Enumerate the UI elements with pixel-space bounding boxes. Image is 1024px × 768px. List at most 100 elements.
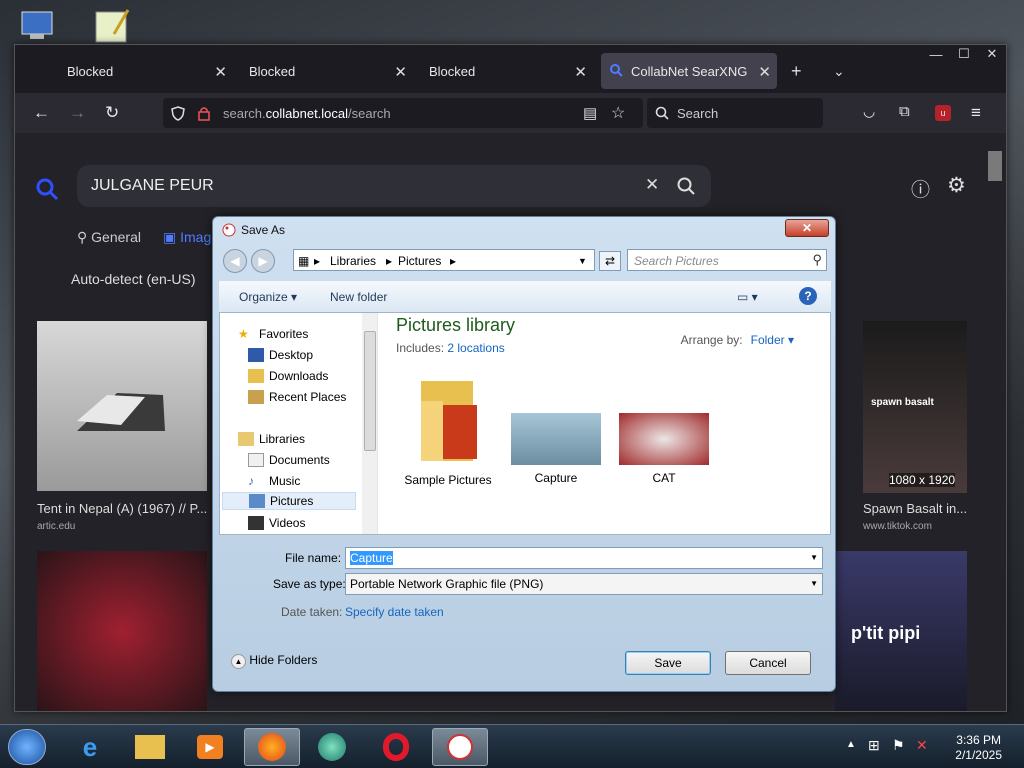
chevron-down-icon[interactable]: ▼ xyxy=(810,579,818,588)
nav-music[interactable]: ♪ Music xyxy=(248,472,300,490)
new-folder-button[interactable]: New folder xyxy=(330,290,387,304)
back-icon[interactable]: ◀ xyxy=(223,249,247,273)
result-caption[interactable]: Spawn Basalt in... xyxy=(863,501,967,516)
tab-general[interactable]: ⚲ General xyxy=(77,229,141,246)
tab-images[interactable]: ▣ Imag xyxy=(163,229,211,246)
help-icon[interactable]: ? xyxy=(799,287,817,305)
app-icon[interactable] xyxy=(304,728,360,766)
url-bar[interactable]: search.collabnet.local/search ▤ ☆ xyxy=(163,98,643,128)
search-icon[interactable] xyxy=(677,177,695,195)
nav-libraries[interactable]: Libraries xyxy=(238,430,305,448)
close-tab-icon[interactable]: ✕ xyxy=(758,63,771,81)
media-player-icon[interactable]: ▶ xyxy=(182,728,238,766)
network-icon[interactable]: ⊞ xyxy=(868,737,880,754)
save-button[interactable]: Save xyxy=(625,651,711,675)
nav-recent-places[interactable]: Recent Places xyxy=(248,388,346,406)
clear-icon[interactable]: ✕ xyxy=(645,175,659,195)
chevron-up-icon[interactable]: ▲ xyxy=(846,739,856,750)
close-button[interactable]: ✕ xyxy=(785,219,829,237)
close-tab-icon[interactable]: ✕ xyxy=(574,63,587,81)
page-scrollbar[interactable] xyxy=(984,133,1006,711)
notepad-icon[interactable] xyxy=(94,8,138,44)
shield-icon[interactable] xyxy=(171,106,185,121)
ie-icon[interactable]: e xyxy=(62,728,118,766)
arrange-by: Arrange by: Folder ▾ xyxy=(681,333,794,347)
tab-label: Blocked xyxy=(249,63,296,79)
extensions-icon[interactable]: ⧉ xyxy=(899,103,910,120)
reload-icon[interactable]: ↻ xyxy=(105,103,119,123)
browser-search-box[interactable]: Search xyxy=(647,98,823,128)
query-text: JULGANE PEUR xyxy=(91,177,214,194)
file-cat[interactable]: CAT xyxy=(616,413,712,485)
flag-icon[interactable]: ⚑ xyxy=(892,737,905,754)
nav-label: Documents xyxy=(269,453,330,467)
search-icon: ⚲ xyxy=(77,229,88,245)
chevron-down-icon[interactable]: ⌄ xyxy=(833,63,845,80)
back-icon[interactable]: ← xyxy=(33,103,50,123)
search-input[interactable]: Search Pictures ⚲ xyxy=(627,249,827,271)
nav-favorites[interactable]: ★ Favorites xyxy=(238,325,308,343)
firefox-icon[interactable] xyxy=(244,728,300,766)
forward-icon[interactable]: ▶ xyxy=(251,249,275,273)
new-tab-icon[interactable]: + xyxy=(791,61,802,82)
view-icon[interactable]: ▭ ▾ xyxy=(737,290,758,304)
nav-scrollbar[interactable] xyxy=(362,313,377,534)
result-image[interactable] xyxy=(37,321,207,491)
tab-label: Imag xyxy=(180,229,212,245)
organize-button[interactable]: Organize ▾ xyxy=(239,290,297,304)
scroll-thumb[interactable] xyxy=(988,151,1002,181)
menu-icon[interactable]: ≡ xyxy=(971,103,981,123)
query-input[interactable]: JULGANE PEUR ✕ xyxy=(77,165,711,207)
nav-bar: ← → ↻ search.collabnet.local/search ▤ ☆ … xyxy=(15,93,1006,133)
chevron-down-icon[interactable]: ▼ xyxy=(810,553,818,562)
gear-icon[interactable]: ⚙ xyxy=(947,173,966,198)
result-image[interactable] xyxy=(37,551,207,711)
tab-searxng[interactable]: CollabNet SearXNG ✕ xyxy=(601,53,777,89)
search-placeholder: Search xyxy=(677,106,719,121)
locations-link[interactable]: 2 locations xyxy=(447,341,504,355)
nav-pictures[interactable]: Pictures xyxy=(222,492,356,510)
computer-icon[interactable] xyxy=(18,8,62,44)
arrange-select[interactable]: Folder ▾ xyxy=(751,333,794,347)
nav-documents[interactable]: Documents xyxy=(248,451,330,469)
search-icon: ⚲ xyxy=(812,252,822,267)
nav-downloads[interactable]: Downloads xyxy=(248,367,328,385)
refresh-icon[interactable]: ⇄ xyxy=(599,251,621,271)
file-type-select[interactable]: Portable Network Graphic file (PNG) ▼ xyxy=(345,573,823,595)
lock-icon[interactable] xyxy=(197,106,211,121)
tab-blocked-3[interactable]: Blocked ✕ xyxy=(377,53,593,89)
folder-sample-pictures[interactable]: Sample Pictures xyxy=(400,371,496,487)
start-button[interactable] xyxy=(8,729,46,765)
info-icon[interactable]: ⓘ xyxy=(911,175,930,202)
hide-folders-button[interactable]: ▲ Hide Folders xyxy=(231,653,317,669)
type-label: Save as type: xyxy=(273,577,346,591)
address-bar[interactable]: ▦ ▸ Libraries ▸ Pictures ▸ ▼ xyxy=(293,249,595,271)
ublock-icon[interactable]: u xyxy=(935,105,951,121)
paint-icon[interactable] xyxy=(432,728,488,766)
nav-desktop[interactable]: Desktop xyxy=(248,346,313,364)
bookmark-star-icon[interactable]: ☆ xyxy=(611,103,625,123)
nav-videos[interactable]: Videos xyxy=(248,514,305,532)
breadcrumb-pictures[interactable]: Pictures xyxy=(398,254,441,268)
filename-input[interactable]: Capture ▼ xyxy=(345,547,823,569)
cancel-button[interactable]: Cancel xyxy=(725,651,811,675)
forward-icon[interactable]: → xyxy=(69,103,86,123)
result-image[interactable]: spawn basalt 1080 x 1920 xyxy=(863,321,967,493)
volume-muted-icon[interactable]: ✕ xyxy=(916,737,928,754)
scroll-thumb[interactable] xyxy=(364,331,376,451)
result-image[interactable]: p'tit pipi xyxy=(835,551,967,711)
date-taken-link[interactable]: Specify date taken xyxy=(345,605,444,619)
image-overlay-text: p'tit pipi xyxy=(851,623,921,643)
language-select[interactable]: Auto-detect (en-US) xyxy=(71,271,196,287)
pocket-icon[interactable]: ◡ xyxy=(863,103,875,120)
result-caption[interactable]: Tent in Nepal (A) (1967) // P... xyxy=(37,501,207,516)
file-capture[interactable]: Capture xyxy=(508,413,604,485)
breadcrumb-libraries[interactable]: Libraries xyxy=(330,254,376,268)
explorer-icon[interactable] xyxy=(122,728,178,766)
opera-icon[interactable] xyxy=(368,728,424,766)
image-size-badge: 1080 x 1920 xyxy=(889,473,956,487)
chevron-right-icon: ▸ xyxy=(386,254,393,268)
reader-view-icon[interactable]: ▤ xyxy=(583,104,597,122)
clock[interactable]: 3:36 PM 2/1/2025 xyxy=(955,733,1002,763)
chevron-down-icon[interactable]: ▼ xyxy=(578,256,587,266)
